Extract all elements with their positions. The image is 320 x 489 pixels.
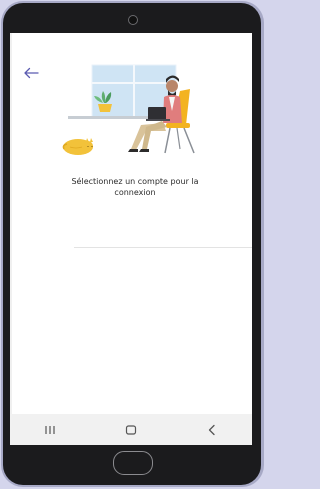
hardware-home-button[interactable] <box>113 451 153 475</box>
divider <box>74 247 252 248</box>
back-button[interactable] <box>20 62 42 84</box>
home-icon <box>125 424 137 435</box>
system-nav-bar <box>10 414 252 445</box>
arrow-left-icon <box>24 67 39 79</box>
nav-back-icon <box>208 424 215 435</box>
screen-edge <box>10 33 12 445</box>
login-illustration <box>62 64 195 155</box>
prompt-line-2: connexion <box>114 188 156 197</box>
status-bar <box>10 33 252 47</box>
app-screen: Sélectionnez un compte pour la connexion <box>10 33 252 445</box>
cat <box>62 138 93 155</box>
back-nav-button[interactable] <box>192 418 232 442</box>
account-select-prompt: Sélectionnez un compte pour la connexion <box>40 176 230 198</box>
recents-icon <box>45 425 55 434</box>
front-camera <box>128 15 138 25</box>
prompt-line-1: Sélectionnez un compte pour la <box>71 177 199 186</box>
home-nav-button[interactable] <box>111 418 151 442</box>
recents-button[interactable] <box>30 418 70 442</box>
